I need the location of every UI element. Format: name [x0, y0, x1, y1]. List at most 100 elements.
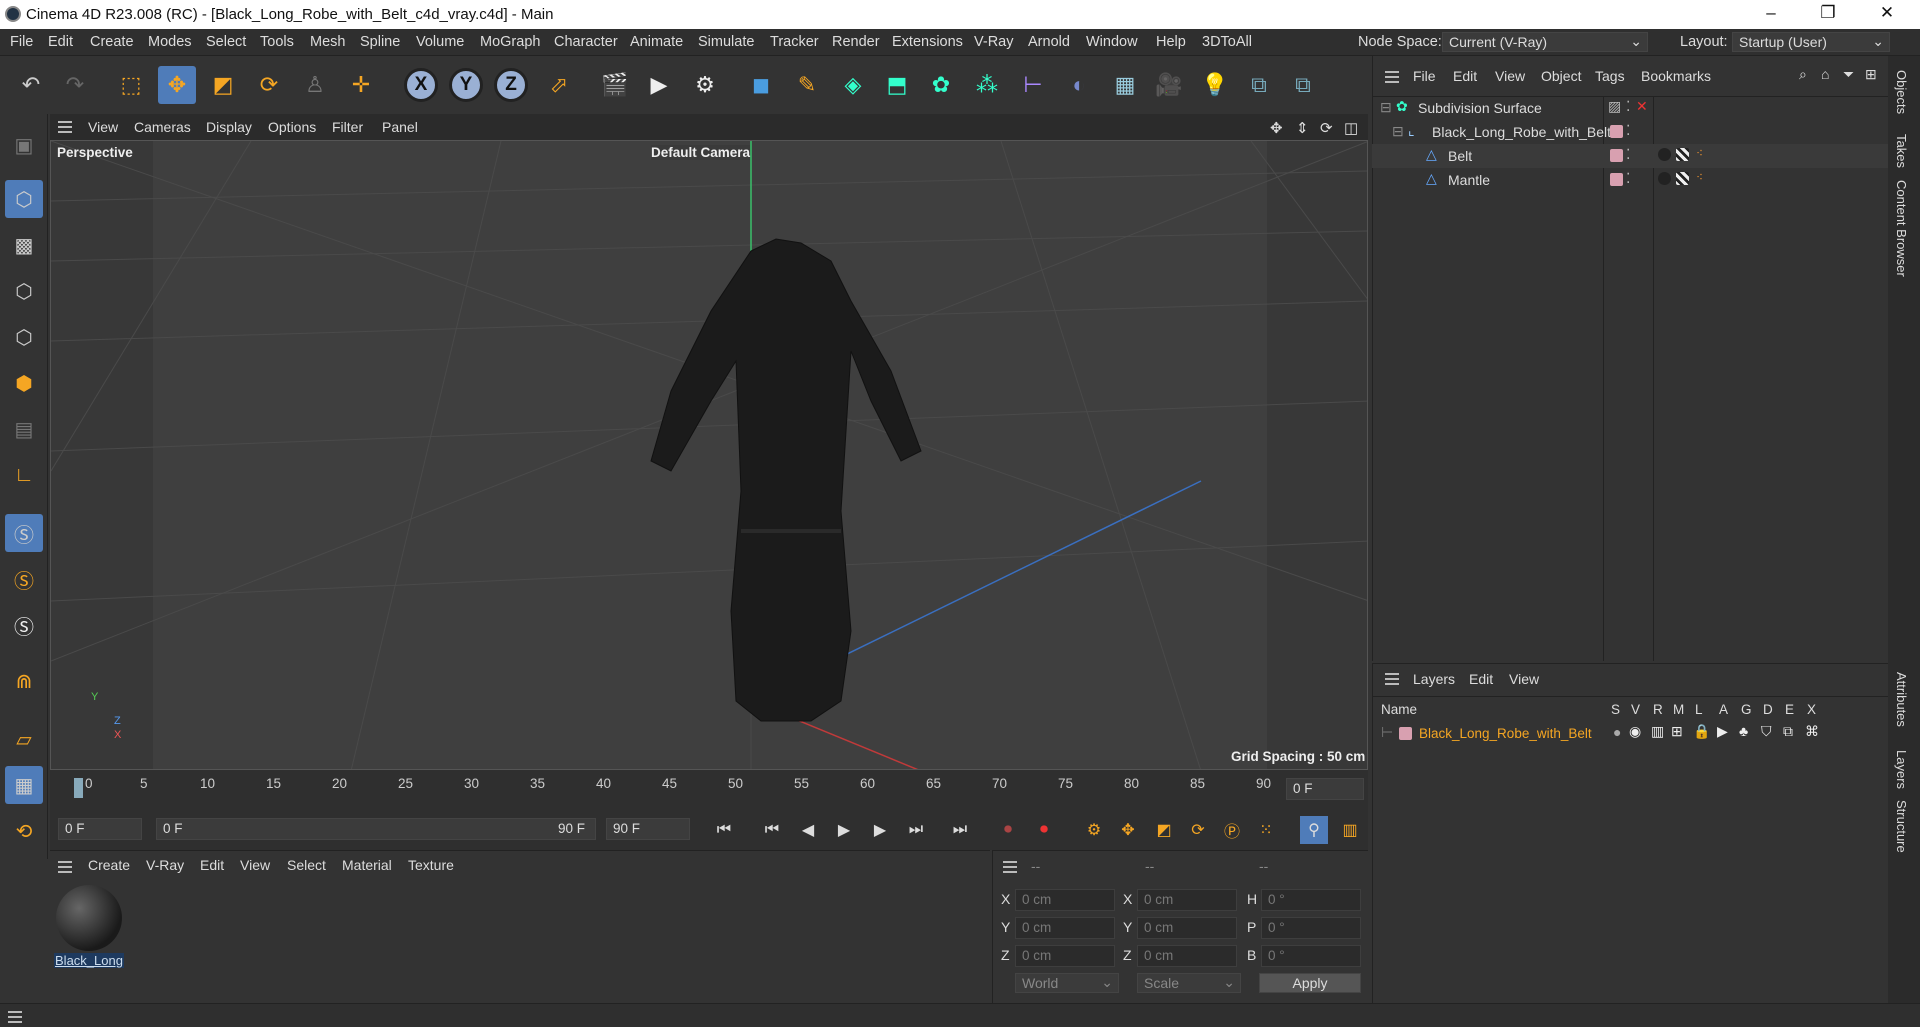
restore-icon[interactable]: ❐	[1813, 3, 1843, 25]
playhead[interactable]	[74, 778, 83, 798]
menu-help[interactable]: Help	[1156, 34, 1186, 50]
z-axis-lock-icon[interactable]: Z	[494, 68, 528, 102]
rotation-p-field[interactable]: 0 °	[1261, 917, 1361, 939]
material-tag-icon[interactable]	[1658, 172, 1671, 185]
position-z-field[interactable]: 0 cm	[1015, 945, 1115, 967]
menu-vray[interactable]: V-Ray	[974, 34, 1014, 50]
motion-system-icon[interactable]: ⚲	[1300, 816, 1328, 844]
menu-character[interactable]: Character	[554, 34, 618, 50]
menu-modes[interactable]: Modes	[148, 34, 192, 50]
go-to-start-icon[interactable]: ⏮	[710, 816, 738, 844]
rotate-tool-icon[interactable]: ⟳	[250, 66, 288, 104]
field-icon[interactable]: ◐	[1060, 66, 1098, 104]
mat-menu-create[interactable]: Create	[88, 857, 130, 873]
frame-range-slider[interactable]: 0 F 90 F	[156, 818, 596, 840]
menu-render[interactable]: Render	[832, 34, 880, 50]
key-scale-icon[interactable]: ◩	[1150, 816, 1178, 844]
mograph-cloner-icon[interactable]: ✿	[922, 66, 960, 104]
viewport-menu-cameras[interactable]: Cameras	[134, 119, 191, 135]
menu-file[interactable]: File	[10, 34, 33, 50]
coord-space-dropdown[interactable]: World ⌄	[1015, 973, 1119, 993]
mat-menu-edit[interactable]: Edit	[200, 857, 224, 873]
expressions-icon[interactable]: ⧉	[1783, 723, 1793, 740]
layer-color-swatch[interactable]	[1610, 125, 1623, 138]
prev-key-icon[interactable]: ⏮	[758, 816, 786, 844]
obj-menu-tags[interactable]: Tags	[1595, 68, 1625, 84]
floor-object-icon[interactable]: ▦	[1106, 66, 1144, 104]
menu-volume[interactable]: Volume	[416, 34, 464, 50]
extrude-icon[interactable]: ⬒	[878, 66, 916, 104]
hamburger-icon[interactable]	[8, 1011, 22, 1013]
visible-eye-icon[interactable]: ◉	[1629, 723, 1641, 740]
points-mode-icon[interactable]: ⬡	[5, 272, 43, 310]
go-to-end-icon[interactable]: ⏭	[946, 816, 974, 844]
menu-tracker[interactable]: Tracker	[770, 34, 819, 50]
tab-takes[interactable]: Takes	[1894, 134, 1909, 168]
rotation-h-field[interactable]: 0 °	[1261, 889, 1361, 911]
viewport-menu-display[interactable]: Display	[206, 119, 252, 135]
menu-select[interactable]: Select	[206, 34, 246, 50]
cube-object-icon[interactable]: ◼	[742, 66, 780, 104]
collapse-icon[interactable]: ⊟	[1380, 99, 1392, 116]
obj-menu-bookmarks[interactable]: Bookmarks	[1641, 68, 1711, 84]
coordinate-system-icon[interactable]: ⬀	[540, 66, 578, 104]
layer-color-swatch[interactable]	[1610, 173, 1623, 186]
x-axis-lock-icon[interactable]: X	[404, 68, 438, 102]
hamburger-icon[interactable]	[1385, 673, 1399, 675]
next-frame-icon[interactable]: ▶	[866, 816, 894, 844]
layer-menu-edit[interactable]: Edit	[1469, 671, 1493, 687]
viewport-pan-icon[interactable]: ✥	[1270, 119, 1283, 137]
layer-color-swatch[interactable]	[1610, 149, 1623, 162]
viewport-menu-filter[interactable]: Filter	[332, 119, 363, 135]
mat-menu-vray[interactable]: V-Ray	[146, 857, 184, 873]
magnet-icon[interactable]: ⋒	[5, 662, 43, 700]
render-icon[interactable]: ▥	[1651, 723, 1664, 740]
manager-icon[interactable]: ⊞	[1671, 723, 1683, 740]
workplane-icon[interactable]: ▱	[5, 720, 43, 758]
tab-structure[interactable]: Structure	[1894, 800, 1909, 853]
close-icon[interactable]: ✕	[1872, 3, 1902, 25]
deformers-icon[interactable]: ⛉	[1761, 723, 1772, 740]
move-tool-icon[interactable]: ✥	[158, 66, 196, 104]
layer-menu-layers[interactable]: Layers	[1413, 671, 1455, 687]
workplane-snap-icon[interactable]: Ⓢ	[5, 606, 43, 644]
visibility-dots-icon[interactable]: ⁚	[1626, 122, 1630, 139]
disabled-x-icon[interactable]: ✕	[1636, 98, 1648, 115]
menu-mograph[interactable]: MoGraph	[480, 34, 540, 50]
mat-menu-select[interactable]: Select	[287, 857, 326, 873]
obj-menu-object[interactable]: Object	[1541, 68, 1581, 84]
axis-mode-icon[interactable]: ∟	[5, 456, 43, 494]
camera-icon[interactable]: 🎥	[1150, 66, 1188, 104]
undo-icon[interactable]: ↶	[12, 66, 50, 104]
generators-icon[interactable]: ♣	[1739, 723, 1748, 739]
object-row[interactable]: △ Mantle ⁚ ⁖	[1372, 168, 1888, 192]
size-z-field[interactable]: 0 cm	[1137, 945, 1237, 967]
obj-menu-edit[interactable]: Edit	[1453, 68, 1477, 84]
y-axis-lock-icon[interactable]: Y	[449, 68, 483, 102]
model-mode-icon[interactable]: ⬡	[5, 180, 43, 218]
render-view-icon[interactable]: 🎬	[596, 66, 634, 104]
menu-arnold[interactable]: Arnold	[1028, 34, 1070, 50]
menu-simulate[interactable]: Simulate	[698, 34, 754, 50]
subdivision-generator-icon[interactable]: ◈	[834, 66, 872, 104]
menu-animate[interactable]: Animate	[630, 34, 683, 50]
current-frame-field[interactable]: 0 F	[1286, 778, 1364, 800]
tab-objects[interactable]: Objects	[1894, 70, 1909, 114]
layer-row[interactable]: ⊢ Black_Long_Robe_with_Belt ● ◉ ▥ ⊞ 🔒 ▶ …	[1373, 722, 1889, 746]
keyframe-selection-icon[interactable]: ⚙	[1080, 816, 1108, 844]
menu-create[interactable]: Create	[90, 34, 134, 50]
render-picture-viewer-icon[interactable]: ▶	[640, 66, 678, 104]
start-frame-field[interactable]: 0 F	[58, 818, 142, 840]
render-settings-icon[interactable]: ⚙	[686, 66, 724, 104]
snap-icon[interactable]: Ⓢ	[5, 514, 43, 552]
size-y-field[interactable]: 0 cm	[1137, 917, 1237, 939]
layout-dropdown[interactable]: Startup (User) ⌄	[1732, 32, 1890, 52]
texture-tag-icon[interactable]	[1676, 148, 1689, 161]
hamburger-icon[interactable]	[58, 861, 72, 863]
material-swatch[interactable]: Black_Long	[54, 883, 124, 973]
rotation-b-field[interactable]: 0 °	[1261, 945, 1361, 967]
xref-icon[interactable]: ⌘	[1805, 723, 1819, 740]
tab-layers[interactable]: Layers	[1894, 750, 1909, 789]
snap-settings-icon[interactable]: Ⓢ	[5, 560, 43, 598]
menu-tools[interactable]: Tools	[260, 34, 294, 50]
